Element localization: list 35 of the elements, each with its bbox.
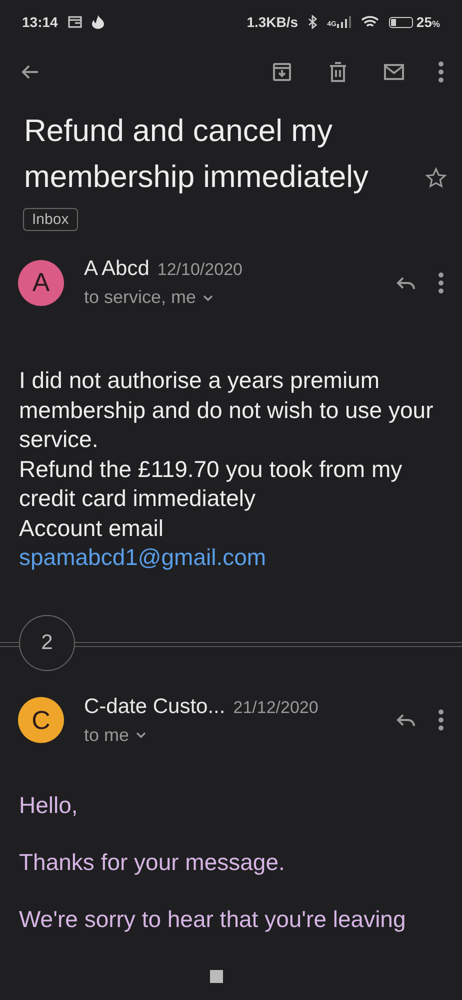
bluetooth-icon bbox=[308, 15, 318, 29]
flame-icon bbox=[92, 15, 104, 29]
message-date: 12/10/2020 bbox=[157, 260, 242, 280]
message-text: Account email bbox=[19, 514, 164, 542]
star-icon[interactable] bbox=[424, 166, 448, 190]
calendar-icon bbox=[68, 16, 82, 28]
recipients-toggle[interactable]: to service, me bbox=[84, 287, 374, 308]
message-text: Refund the £119.70 you took from my credit card immediately bbox=[19, 454, 404, 513]
signal-icon bbox=[337, 16, 352, 28]
network-speed: 1.3KB/s bbox=[246, 14, 298, 30]
recents-button[interactable] bbox=[210, 970, 222, 982]
more-icon[interactable] bbox=[438, 272, 444, 294]
message-text: We're sorry to hear that you're leaving bbox=[19, 906, 407, 932]
email-subject: Refund and cancel my membership immediately bbox=[24, 112, 370, 196]
wifi-icon bbox=[361, 16, 380, 28]
battery-percent: 25% bbox=[416, 14, 440, 30]
recipients-toggle[interactable]: to me bbox=[84, 724, 374, 746]
message-text: Thanks for your message. bbox=[19, 848, 286, 876]
sender-name: C-date Custo... bbox=[84, 694, 226, 718]
message-text: I did not authorise a years premium membership and do not wish to use your service. bbox=[19, 366, 434, 454]
battery-icon bbox=[389, 16, 414, 28]
avatar: C bbox=[18, 697, 64, 743]
chevron-icon[interactable] bbox=[202, 294, 214, 302]
more-icon[interactable] bbox=[438, 709, 444, 731]
more-icon[interactable] bbox=[438, 61, 444, 83]
chevron-icon[interactable] bbox=[135, 731, 148, 739]
avatar: A bbox=[18, 260, 64, 306]
sender-name: A Abcd bbox=[84, 257, 150, 281]
inbox-label: Inbox bbox=[23, 208, 78, 231]
message-date: 21/12/2020 bbox=[233, 698, 318, 718]
archive-icon[interactable] bbox=[270, 60, 294, 84]
message-text: Hello, bbox=[19, 792, 79, 818]
collapsed-count[interactable]: 2 bbox=[19, 614, 75, 670]
clock: 13:14 bbox=[22, 14, 58, 30]
email-link[interactable]: spamabcd1@gmail.com bbox=[19, 544, 266, 570]
